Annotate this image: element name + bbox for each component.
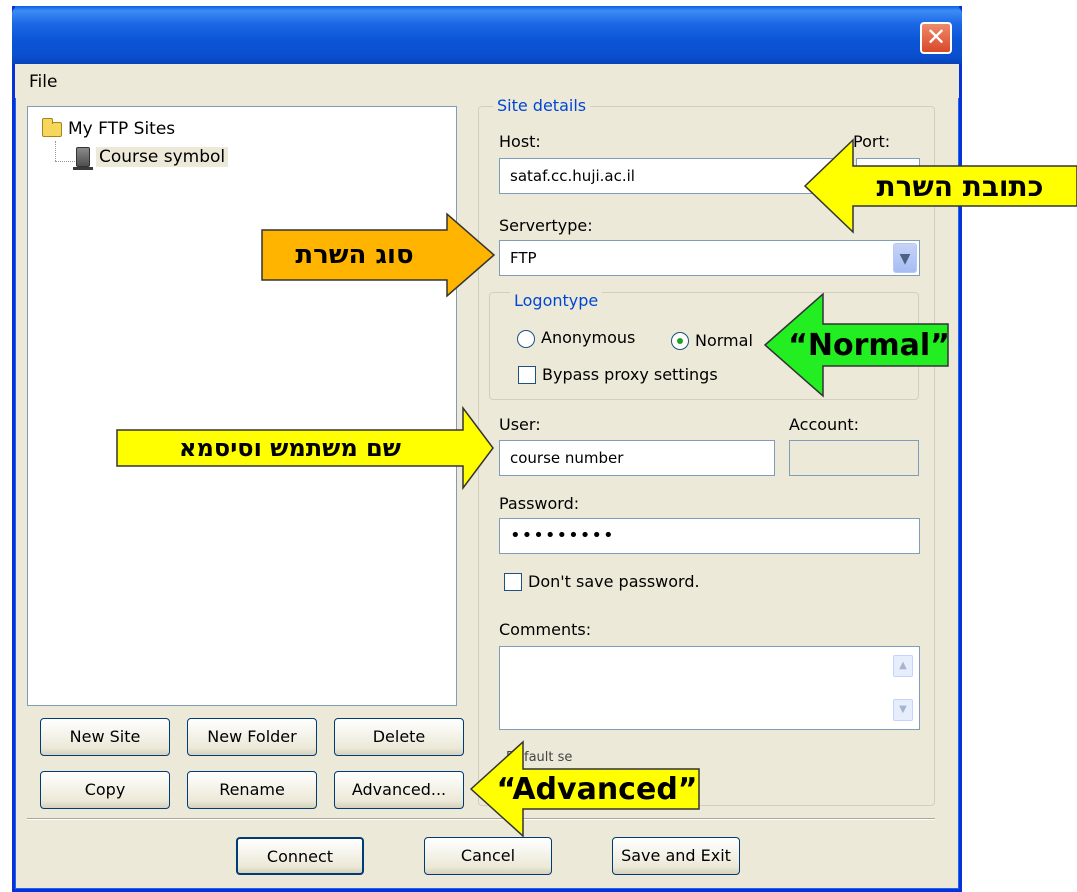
tree-connector bbox=[55, 141, 56, 161]
menu-file[interactable]: File bbox=[29, 72, 57, 92]
tree-connector bbox=[55, 161, 75, 162]
bypass-proxy-checkbox[interactable] bbox=[518, 366, 536, 384]
comments-textarea[interactable]: ▲ ▼ bbox=[499, 646, 920, 730]
menu-bar: File bbox=[15, 64, 959, 98]
user-input[interactable]: course number bbox=[499, 440, 775, 476]
callout-servertype-text: סוג השרת bbox=[295, 240, 414, 270]
copy-button[interactable]: Copy bbox=[40, 771, 170, 809]
site-tree[interactable]: My FTP Sites Course symbol bbox=[27, 106, 457, 706]
site-details-title: Site details bbox=[493, 96, 591, 115]
password-input[interactable]: ••••••••• bbox=[499, 518, 920, 554]
rename-button[interactable]: Rename bbox=[187, 771, 317, 809]
scroll-up-icon[interactable]: ▲ bbox=[893, 655, 913, 677]
bypass-proxy-label: Bypass proxy settings bbox=[542, 365, 718, 384]
scroll-down-icon[interactable]: ▼ bbox=[893, 699, 913, 721]
servertype-select[interactable]: FTP ▼ bbox=[499, 240, 920, 276]
callout-host-text: כתובת השרת bbox=[876, 169, 1044, 203]
logontype-title: Logontype bbox=[510, 291, 603, 310]
save-and-exit-button[interactable]: Save and Exit bbox=[612, 837, 740, 875]
tree-root-label: My FTP Sites bbox=[68, 119, 176, 139]
tree-item-course-symbol[interactable]: Course symbol bbox=[73, 147, 229, 170]
chevron-down-icon[interactable]: ▼ bbox=[893, 243, 917, 273]
servertype-label: Servertype: bbox=[499, 216, 593, 235]
cancel-button[interactable]: Cancel bbox=[424, 837, 552, 875]
normal-radio[interactable] bbox=[671, 332, 689, 350]
callout-user-text: שם משתמש וסיסמא bbox=[179, 434, 401, 462]
connect-button[interactable]: Connect bbox=[236, 837, 364, 875]
account-label: Account: bbox=[789, 415, 859, 434]
password-label: Password: bbox=[499, 494, 580, 513]
advanced-button[interactable]: Advanced... bbox=[334, 771, 464, 809]
normal-label: Normal bbox=[695, 331, 753, 350]
servertype-value: FTP bbox=[510, 249, 537, 267]
new-site-button[interactable]: New Site bbox=[40, 718, 170, 756]
delete-button[interactable]: Delete bbox=[334, 718, 464, 756]
dont-save-password-checkbox[interactable] bbox=[504, 573, 522, 591]
callout-advanced-text: “Advanced” bbox=[496, 771, 698, 807]
server-icon bbox=[73, 147, 93, 170]
host-input[interactable]: sataf.cc.huji.ac.il bbox=[499, 158, 849, 194]
folder-icon bbox=[42, 117, 62, 137]
close-icon[interactable]: ✕ bbox=[920, 22, 952, 54]
comments-label: Comments: bbox=[499, 620, 592, 639]
user-label: User: bbox=[499, 415, 541, 434]
tree-item-label: Course symbol bbox=[96, 147, 229, 167]
anonymous-label: Anonymous bbox=[541, 328, 636, 347]
tree-root[interactable]: My FTP Sites bbox=[42, 117, 176, 139]
new-folder-button[interactable]: New Folder bbox=[187, 718, 317, 756]
anonymous-radio[interactable] bbox=[517, 330, 535, 348]
host-label: Host: bbox=[499, 132, 541, 151]
dont-save-password-label: Don't save password. bbox=[528, 572, 700, 591]
title-bar: ✕ bbox=[12, 6, 962, 64]
callout-normal-text: “Normal” bbox=[788, 327, 950, 363]
account-input bbox=[789, 440, 919, 476]
